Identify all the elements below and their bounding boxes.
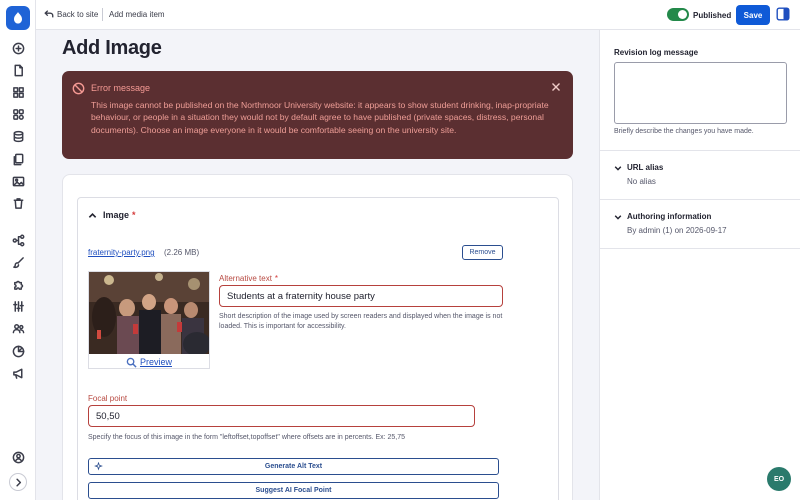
sidebar-divider (600, 248, 800, 249)
breadcrumb-separator (102, 8, 103, 21)
alt-text-label-text: Alternative text (219, 274, 272, 283)
sliders-icon[interactable] (9, 297, 27, 315)
revision-log-label: Revision log message (614, 48, 699, 57)
error-message: Error message This image cannot be publi… (62, 71, 573, 159)
alt-text-label: Alternative text * (219, 274, 278, 283)
file-size: (2.26 MB) (164, 248, 200, 257)
file-name-link[interactable]: fraternity-party.png (88, 248, 155, 257)
users-icon[interactable] (9, 319, 27, 337)
authoring-info-summary: By admin (1) on 2026-09-17 (627, 226, 727, 235)
back-to-site-label: Back to site (57, 9, 99, 19)
preview-label: Preview (139, 357, 172, 367)
focal-point-description: Specify the focus of this image in the f… (88, 434, 406, 441)
puzzle-icon[interactable] (9, 275, 27, 293)
image-field-toggle[interactable]: Image * (88, 210, 136, 220)
sidebar-divider (600, 150, 800, 151)
database-icon[interactable] (9, 127, 27, 145)
grid-icon[interactable] (9, 83, 27, 101)
sidebar-divider (600, 199, 800, 200)
admin-toolbar (0, 0, 36, 500)
files-icon[interactable] (9, 150, 27, 168)
workflow-icon[interactable] (9, 231, 27, 249)
preview-link[interactable]: Preview (89, 355, 209, 369)
meta-sidebar: Revision log message Briefly describe th… (599, 30, 800, 500)
chevron-up-icon (88, 212, 97, 218)
url-alias-toggle[interactable]: URL alias (614, 163, 663, 172)
generate-alt-text-button[interactable]: Generate Alt Text (88, 458, 499, 475)
magnifier-icon (126, 357, 137, 368)
user-circle-icon[interactable] (9, 448, 27, 466)
chevron-right-icon[interactable] (9, 473, 27, 491)
top-bar: Back to site Add media item Published Sa… (36, 0, 800, 30)
url-alias-label: URL alias (627, 163, 664, 172)
megaphone-icon[interactable] (9, 364, 27, 382)
focal-point-label: Focal point (88, 394, 128, 403)
authoring-info-label: Authoring information (627, 212, 712, 221)
image-field: Image * fraternity-party.png (2.26 MB) R… (77, 197, 559, 500)
url-alias-summary: No alias (627, 177, 656, 186)
revision-log-input[interactable] (614, 62, 787, 124)
suggest-focal-point-button[interactable]: Suggest AI Focal Point (88, 482, 499, 499)
error-icon (72, 82, 85, 95)
image-field-label: Image (103, 210, 130, 220)
alt-required-marker: * (274, 274, 279, 283)
form-panel: Image * fraternity-party.png (2.26 MB) R… (62, 174, 573, 500)
authoring-info-toggle[interactable]: Authoring information (614, 212, 711, 221)
image-thumbnail: Preview (88, 271, 210, 369)
reports-icon[interactable] (9, 342, 27, 360)
back-to-site-link[interactable]: Back to site (44, 9, 98, 19)
sparkle-icon (94, 462, 103, 471)
sidebar-panel-icon[interactable] (776, 7, 790, 21)
published-label: Published (693, 11, 732, 20)
brush-icon[interactable] (9, 253, 27, 271)
alt-text-input[interactable] (219, 285, 503, 307)
plus-circle-icon[interactable] (9, 39, 27, 57)
chevron-down-icon (614, 165, 622, 171)
document-icon[interactable] (9, 61, 27, 79)
error-body: This image cannot be published on the No… (91, 100, 549, 135)
alt-text-description: Short description of the image used by s… (219, 313, 503, 330)
chevron-down-icon (614, 214, 622, 220)
breadcrumb: Add media item (109, 10, 165, 19)
party-photo (89, 272, 209, 354)
help-assistant-button[interactable]: EO (767, 467, 791, 491)
remove-button[interactable]: Remove (462, 245, 503, 260)
published-toggle[interactable] (667, 8, 689, 21)
drupal-logo-icon[interactable] (6, 6, 30, 30)
page-title: Add Image (62, 37, 162, 59)
save-button[interactable]: Save (736, 5, 770, 25)
generate-alt-text-label: Generate Alt Text (264, 463, 323, 470)
blocks-icon[interactable] (9, 105, 27, 123)
focal-point-input[interactable] (88, 405, 475, 427)
required-marker: * (132, 210, 136, 220)
back-arrow-icon (44, 10, 54, 18)
trash-icon[interactable] (9, 194, 27, 212)
main-content: Add Image Error message This image canno… (36, 30, 599, 500)
error-title: Error message (91, 83, 151, 93)
image-icon[interactable] (9, 172, 27, 190)
revision-log-description: Briefly describe the changes you have ma… (614, 128, 754, 135)
close-icon[interactable] (551, 82, 561, 92)
